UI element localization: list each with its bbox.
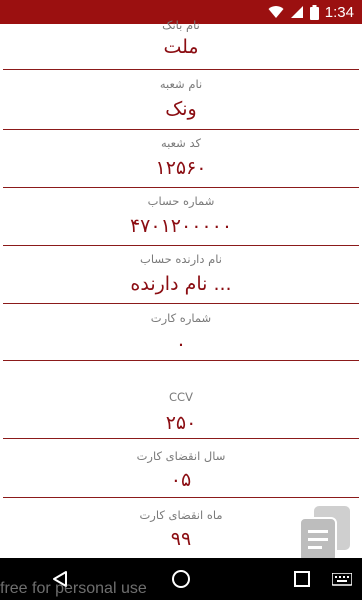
field-label: نام بانک bbox=[162, 18, 200, 32]
field-label: سال انقضای کارت bbox=[136, 449, 226, 463]
field-card-expiry-year: سال انقضای کارت ۰۵ bbox=[0, 449, 362, 497]
keyboard-icon[interactable] bbox=[331, 572, 353, 591]
field-branch-name: نام شعبه ونک bbox=[0, 77, 362, 127]
divider bbox=[3, 129, 359, 130]
home-icon[interactable] bbox=[151, 558, 211, 600]
field-label: کد شعبه bbox=[161, 136, 201, 150]
field-label: نام شعبه bbox=[159, 77, 203, 91]
field-bank-name: نام بانک ملت bbox=[0, 18, 362, 64]
field-value[interactable]: نام دارنده ... bbox=[0, 273, 362, 295]
field-value[interactable]: ملت bbox=[0, 36, 362, 58]
field-account-number: شماره حساب ۴۷۰۱۲۰۰۰۰۰ bbox=[0, 194, 362, 244]
field-value[interactable]: ۰۵ bbox=[0, 469, 362, 491]
field-label: شماره حساب bbox=[147, 194, 215, 208]
field-label: شماره کارت bbox=[150, 311, 212, 325]
field-card-number: شماره کارت ۰ bbox=[0, 311, 362, 361]
field-value[interactable]: ۲۵۰ bbox=[0, 412, 362, 434]
field-ccv: CCV ۲۵۰ bbox=[0, 390, 362, 438]
divider bbox=[3, 497, 359, 498]
field-account-holder: نام دارنده حساب نام دارنده ... bbox=[0, 252, 362, 302]
field-value[interactable]: ۴۷۰۱۲۰۰۰۰۰ bbox=[0, 215, 362, 237]
recents-icon[interactable] bbox=[272, 558, 332, 600]
field-value[interactable]: ۰ bbox=[0, 333, 362, 355]
divider bbox=[3, 360, 359, 361]
field-value[interactable]: ونک bbox=[0, 98, 362, 120]
field-branch-code: کد شعبه ۱۲۵۶۰ bbox=[0, 136, 362, 186]
divider bbox=[3, 303, 359, 304]
field-label: CCV bbox=[169, 390, 193, 404]
signal-icon bbox=[290, 5, 304, 19]
divider bbox=[3, 187, 359, 188]
divider bbox=[3, 245, 359, 246]
field-value[interactable]: ۱۲۵۶۰ bbox=[0, 157, 362, 179]
divider bbox=[3, 69, 359, 70]
watermark-text: free for personal use bbox=[0, 580, 147, 597]
wifi-icon bbox=[268, 5, 284, 19]
field-label: نام دارنده حساب bbox=[140, 252, 222, 266]
divider bbox=[3, 438, 359, 439]
copy-action-button[interactable] bbox=[298, 506, 354, 564]
